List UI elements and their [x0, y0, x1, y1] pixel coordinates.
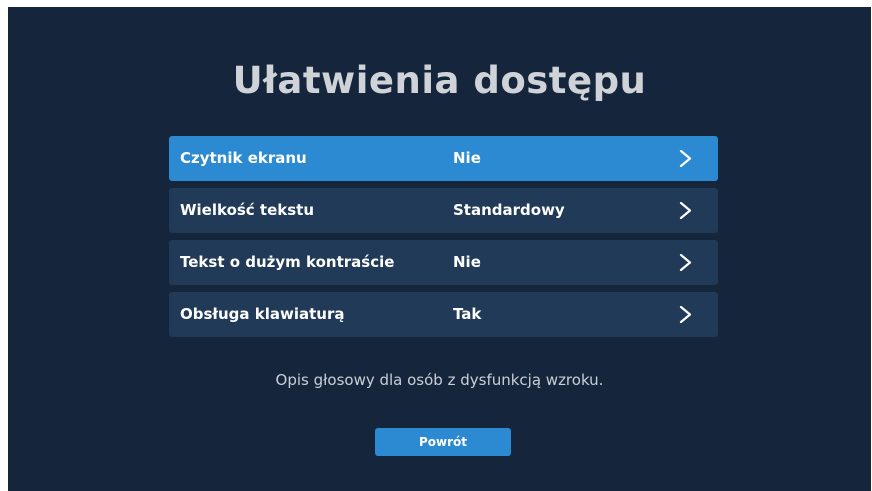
menu-item-keyboard-control[interactable]: Obsługa klawiaturą Tak — [169, 292, 718, 337]
option-description: Opis głosowy dla osób z dysfunkcją wzrok… — [275, 371, 604, 389]
menu-item-value: Nie — [453, 149, 481, 167]
back-button[interactable]: Powrót — [375, 428, 511, 456]
menu-item-value: Nie — [453, 253, 481, 271]
chevron-right-icon — [679, 254, 692, 271]
chevron-right-icon — [679, 202, 692, 219]
accessibility-screen: Ułatwienia dostępu Czytnik ekranu Nie Wi… — [8, 7, 871, 491]
menu-item-value: Standardowy — [453, 201, 565, 219]
settings-menu: Czytnik ekranu Nie Wielkość tekstu Stand… — [169, 136, 718, 344]
menu-item-high-contrast[interactable]: Tekst o dużym kontraście Nie — [169, 240, 718, 285]
chevron-right-icon — [679, 150, 692, 167]
menu-item-label: Tekst o dużym kontraście — [180, 253, 395, 271]
menu-item-label: Czytnik ekranu — [180, 149, 307, 167]
page-title: Ułatwienia dostępu — [232, 59, 647, 102]
menu-item-screen-reader[interactable]: Czytnik ekranu Nie — [169, 136, 718, 181]
menu-item-label: Obsługa klawiaturą — [180, 305, 345, 323]
menu-item-value: Tak — [453, 305, 482, 323]
menu-item-text-size[interactable]: Wielkość tekstu Standardowy — [169, 188, 718, 233]
menu-item-label: Wielkość tekstu — [180, 201, 315, 219]
chevron-right-icon — [679, 306, 692, 323]
